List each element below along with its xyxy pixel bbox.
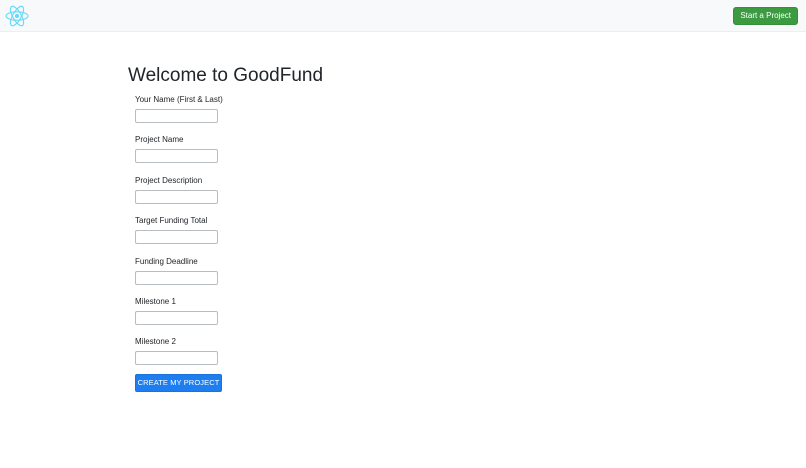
page-title: Welcome to GoodFund <box>128 65 324 86</box>
milestone-1-label: Milestone 1 <box>135 296 176 306</box>
name-label: Your Name (First & Last) <box>135 95 223 104</box>
form-group-deadline: Funding Deadline <box>135 256 688 296</box>
form-group-project-name: Project Name <box>135 134 688 174</box>
top-navbar: Start a Project <box>0 0 806 32</box>
project-form: Your Name (First & Last) Project Name Pr… <box>128 94 688 377</box>
react-atom-icon[interactable] <box>5 4 29 28</box>
name-input[interactable] <box>135 109 218 123</box>
target-funding-label: Target Funding Total <box>135 216 208 226</box>
project-name-label: Project Name <box>135 135 184 145</box>
main-content: Welcome to GoodFund Your Name (First & L… <box>128 64 688 377</box>
milestone-1-input[interactable] <box>135 310 218 325</box>
funding-deadline-label: Funding Deadline <box>135 256 198 266</box>
project-description-input[interactable] <box>135 189 218 204</box>
funding-deadline-input[interactable] <box>135 270 218 285</box>
milestone-2-input[interactable] <box>135 351 218 366</box>
form-group-milestone-1: Milestone 1 <box>135 296 688 336</box>
form-group-description: Project Description <box>135 175 688 215</box>
project-description-label: Project Description <box>135 175 203 185</box>
create-project-button[interactable]: CREATE MY PROJECT <box>135 374 222 392</box>
form-group-name: Your Name (First & Last) <box>135 94 688 134</box>
target-funding-input[interactable] <box>135 230 218 245</box>
milestone-2-label: Milestone 2 <box>135 337 176 347</box>
form-group-milestone-2: Milestone 2 <box>135 336 688 376</box>
start-project-button[interactable]: Start a Project <box>733 7 798 25</box>
project-name-input[interactable] <box>135 149 218 164</box>
form-group-target: Target Funding Total <box>135 215 688 255</box>
